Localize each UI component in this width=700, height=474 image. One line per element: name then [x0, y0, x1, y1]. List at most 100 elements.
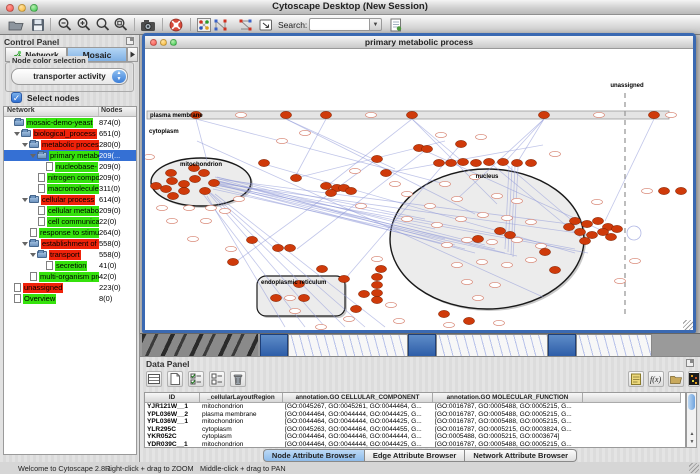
network-node[interactable]: [473, 295, 484, 300]
zoom-fit-icon[interactable]: [95, 17, 111, 33]
background-window[interactable]: [260, 334, 288, 356]
network-node[interactable]: [206, 205, 217, 210]
network-node[interactable]: [425, 203, 436, 208]
vizmapper-icon[interactable]: [196, 17, 212, 33]
network-node[interactable]: [642, 188, 653, 193]
network-node[interactable]: [594, 112, 605, 117]
network-node-colored[interactable]: [483, 158, 494, 165]
network-node-colored[interactable]: [371, 296, 382, 303]
table-scrollbar[interactable]: ▲ ▼: [686, 392, 697, 448]
network-node-colored[interactable]: [457, 158, 468, 165]
network-node-colored[interactable]: [178, 180, 189, 187]
network-node[interactable]: [226, 246, 237, 251]
network-node-colored[interactable]: [208, 179, 219, 186]
network-node-colored[interactable]: [380, 169, 391, 176]
background-window[interactable]: [142, 334, 258, 356]
network-node-colored[interactable]: [592, 217, 603, 224]
network-node[interactable]: [184, 205, 195, 210]
expand-triangle-icon[interactable]: [30, 154, 36, 158]
network-node[interactable]: [234, 196, 245, 201]
table-row[interactable]: YPL036W__1mitochondrion[GO:0044464, GO:0…: [145, 418, 685, 426]
network-node[interactable]: [394, 318, 405, 323]
network-node-colored[interactable]: [421, 145, 432, 152]
save-session-icon[interactable]: [30, 17, 46, 33]
tree-row[interactable]: primary metabo209(...: [4, 150, 136, 161]
tree-row[interactable]: macromolecule311(0): [4, 183, 136, 194]
network-node[interactable]: [512, 198, 523, 203]
network-window-titlebar[interactable]: primary metabolic process: [145, 36, 693, 49]
network-node[interactable]: [402, 216, 413, 221]
network-node-colored[interactable]: [463, 317, 474, 324]
background-window[interactable]: [548, 334, 576, 356]
node-color-dropdown[interactable]: transporter activity ▲▼: [11, 68, 128, 85]
expand-triangle-icon[interactable]: [22, 143, 28, 147]
tree-row[interactable]: metabolic process280(0): [4, 139, 136, 150]
tree-row[interactable]: transport558(0): [4, 249, 136, 260]
network-node-colored[interactable]: [198, 169, 209, 176]
tree-row[interactable]: biological_process651(0): [4, 128, 136, 139]
network-node-colored[interactable]: [150, 182, 161, 189]
network-node[interactable]: [157, 205, 168, 210]
snapshot-icon[interactable]: [140, 17, 156, 33]
background-window[interactable]: [288, 334, 408, 356]
tree-row[interactable]: cellular metabo209(0): [4, 205, 136, 216]
attribute-matrix-icon[interactable]: [688, 371, 700, 387]
network-node[interactable]: [390, 181, 401, 186]
network-node[interactable]: [350, 168, 361, 173]
network-node[interactable]: [386, 302, 397, 307]
network-node[interactable]: [492, 193, 503, 198]
tree-row[interactable]: nitrogen compo209(0): [4, 172, 136, 183]
network-node[interactable]: [188, 236, 199, 241]
network-node-colored[interactable]: [497, 158, 508, 165]
network-node-colored[interactable]: [320, 111, 331, 118]
network-node[interactable]: [285, 295, 296, 300]
network-node-colored[interactable]: [611, 225, 622, 232]
expand-triangle-icon[interactable]: [22, 198, 28, 202]
zoom-out-icon[interactable]: [57, 17, 73, 33]
network-node-colored[interactable]: [178, 187, 189, 194]
network-node[interactable]: [526, 257, 537, 262]
network-node-colored[interactable]: [472, 235, 483, 242]
attribute-select-icon[interactable]: [146, 371, 162, 387]
network-node[interactable]: [236, 112, 247, 117]
table-column-header[interactable]: [583, 393, 681, 403]
tree-row[interactable]: unassigned223(0): [4, 282, 136, 293]
expand-triangle-icon[interactable]: [30, 253, 36, 257]
network-node-colored[interactable]: [325, 189, 336, 196]
network-node-colored[interactable]: [258, 159, 269, 166]
search-input[interactable]: [309, 18, 369, 31]
network-node[interactable]: [440, 181, 451, 186]
network-node[interactable]: [220, 208, 231, 213]
network-node-colored[interactable]: [270, 294, 281, 301]
network-node-colored[interactable]: [345, 187, 356, 194]
network-node-colored[interactable]: [470, 159, 481, 166]
network-node[interactable]: [502, 215, 513, 220]
network-node[interactable]: [436, 132, 447, 137]
expand-triangle-icon[interactable]: [22, 242, 28, 246]
network-node[interactable]: [167, 218, 178, 223]
network-node[interactable]: [490, 282, 501, 287]
tree-row[interactable]: cellular process614(0): [4, 194, 136, 205]
network-node-colored[interactable]: [272, 244, 283, 251]
create-attribute-icon[interactable]: [167, 371, 183, 387]
network-node[interactable]: [356, 203, 367, 208]
select-nodes-checkbox[interactable]: ✓: [11, 92, 22, 103]
layout-icon-1[interactable]: [212, 17, 228, 33]
float-panel-icon[interactable]: [126, 37, 134, 45]
network-node-colored[interactable]: [455, 140, 466, 147]
tree-row[interactable]: response to stimulu264(0): [4, 227, 136, 238]
network-node[interactable]: [502, 262, 513, 267]
network-node[interactable]: [444, 322, 455, 327]
network-node-colored[interactable]: [433, 159, 444, 166]
table-column-header[interactable]: ID: [145, 393, 200, 403]
tab-network-attribute-browser[interactable]: Network Attribute Browser: [465, 449, 577, 462]
network-node[interactable]: [630, 258, 641, 263]
network-node-colored[interactable]: [189, 175, 200, 182]
network-node[interactable]: [478, 212, 489, 217]
background-window[interactable]: [408, 334, 436, 356]
network-node-colored[interactable]: [371, 281, 382, 288]
search-options-icon[interactable]: [388, 17, 404, 33]
scroll-down-icon[interactable]: ▼: [688, 438, 696, 446]
network-node-colored[interactable]: [320, 182, 331, 189]
network-node-colored[interactable]: [166, 177, 177, 184]
